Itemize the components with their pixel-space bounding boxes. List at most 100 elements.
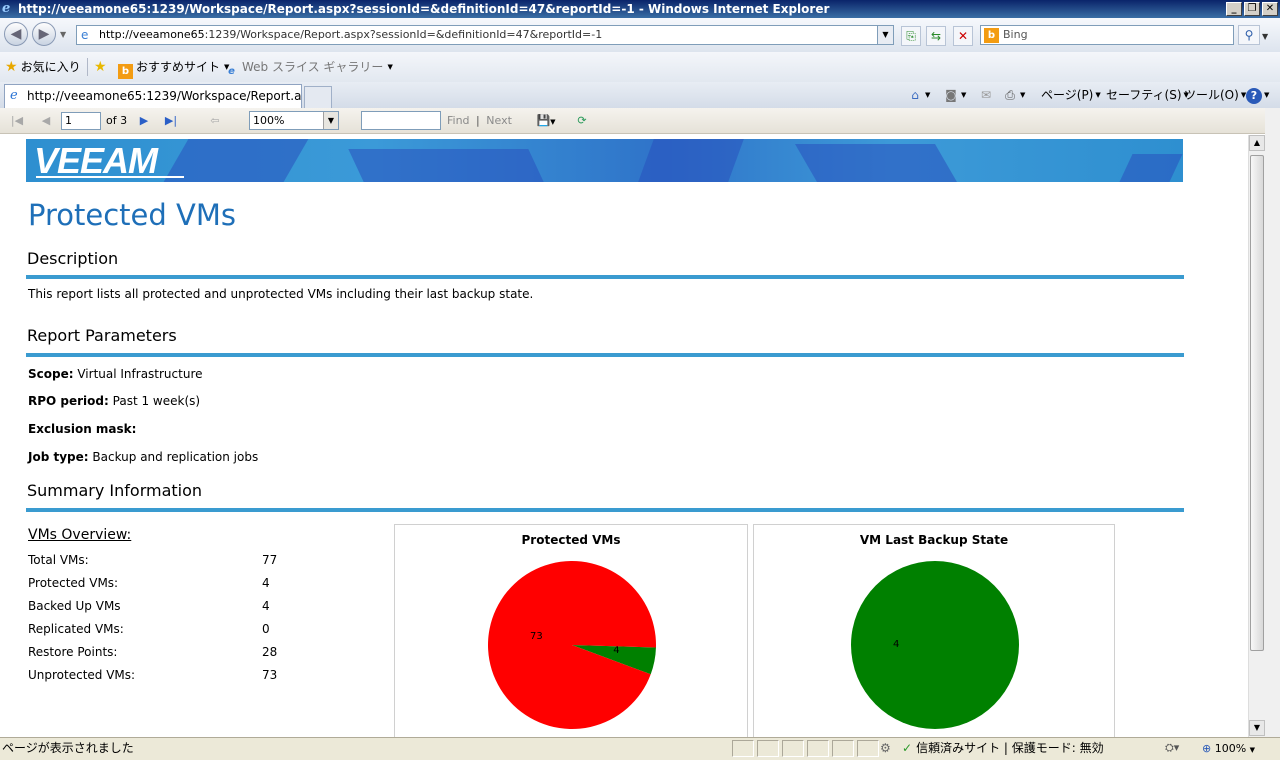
param-label: RPO period: [28, 394, 109, 408]
param-job-type: Job type: Backup and replication jobs [28, 450, 258, 464]
suggested-sites-icon: b [118, 64, 133, 79]
refresh-icon[interactable]: ⇆ [926, 26, 946, 46]
overview-row: Backed Up VMs 4 [28, 599, 288, 619]
compatibility-view-icon[interactable]: ⎘ [901, 26, 921, 46]
divider [87, 58, 88, 76]
window-title: http://veeamone65:1239/Workspace/Report.… [18, 2, 830, 16]
web-slice-label: Web スライス ギャラリー [242, 60, 384, 74]
window-titlebar: e http://veeamone65:1239/Workspace/Repor… [0, 0, 1280, 18]
chevron-down-icon: ▼ [1249, 746, 1256, 754]
first-page-icon[interactable]: |◀ [9, 113, 25, 129]
find-input[interactable] [361, 111, 441, 130]
page-number-input[interactable]: 1 [61, 112, 101, 130]
find-separator: | [476, 114, 480, 127]
overview-label: Restore Points: [28, 645, 118, 659]
protected-mode-icon[interactable]: ⛭▾ [1165, 741, 1179, 755]
add-favorite-icon: ★ [94, 59, 107, 75]
param-value: Virtual Infrastructure [77, 367, 203, 381]
print-button[interactable]: ⎙ ▼ [1002, 86, 1025, 104]
web-slice-icon: e [228, 66, 235, 77]
previous-page-icon[interactable]: ◀ [38, 113, 54, 129]
report-banner: VEEAM [26, 139, 1183, 182]
logo-underline [36, 176, 184, 178]
vertical-scrollbar[interactable]: ▲ ▼ [1248, 135, 1265, 737]
zone-label: 信頼済みサイト | 保護モード: 無効 [916, 741, 1104, 755]
address-field[interactable]: e http://veeamone65:1239/Workspace/Repor… [76, 25, 894, 45]
address-toolbar: ◀ ▶ ▼ e http://veeamone65:1239/Workspace… [0, 18, 1280, 52]
minimize-button[interactable]: _ [1226, 2, 1242, 16]
description-text: This report lists all protected and unpr… [28, 287, 534, 301]
favorites-button[interactable]: ★ お気に入り [5, 58, 81, 76]
back-button[interactable]: ◀ [4, 22, 28, 46]
search-icon[interactable]: ⚲ [1238, 25, 1260, 45]
chevron-down-icon: ▼ [323, 112, 338, 129]
last-page-icon[interactable]: ▶| [163, 113, 179, 129]
status-panel [732, 740, 754, 757]
add-favorite-button[interactable]: ★ [94, 58, 110, 76]
check-icon: ✓ [902, 741, 913, 755]
tools-menu[interactable]: ツール(O) ▼ [1184, 86, 1246, 104]
suggested-sites-button[interactable]: b おすすめサイト ▼ [118, 58, 229, 79]
next-page-icon[interactable]: ▶ [136, 113, 152, 129]
pie-slice-success [851, 561, 1019, 729]
history-dropdown-icon[interactable]: ▼ [60, 30, 66, 39]
parameters-heading: Report Parameters [27, 326, 177, 345]
favorites-label: お気に入り [20, 60, 81, 74]
report-viewer-toolbar: |◀ ◀ 1 of 3 ▶ ▶| ⇦ 100% ▼ Find | Next 💾▼… [0, 108, 1280, 134]
help-icon: ? [1246, 88, 1262, 104]
home-icon: ⌂ [911, 88, 919, 102]
overview-row: Restore Points: 28 [28, 645, 288, 665]
forward-button[interactable]: ▶ [32, 22, 56, 46]
param-rpo: RPO period: Past 1 week(s) [28, 394, 200, 408]
overview-value: 0 [262, 622, 270, 636]
pie-chart-svg: 4 73 [488, 561, 656, 730]
search-placeholder: Bing [1003, 28, 1028, 41]
close-window-button[interactable]: ✕ [1262, 2, 1278, 16]
next-link[interactable]: Next [486, 114, 512, 127]
safety-menu[interactable]: セーフティ(S) ▼ [1106, 86, 1189, 104]
overview-value: 4 [262, 576, 270, 590]
zoom-icon: ⊕ [1202, 742, 1212, 755]
divider [26, 353, 1184, 357]
search-dropdown-icon[interactable]: ▼ [1262, 32, 1268, 41]
scroll-up-icon[interactable]: ▲ [1249, 135, 1265, 151]
vm-last-backup-state-chart: VM Last Backup State 4 [753, 524, 1115, 737]
security-zone[interactable]: ✓ 信頼済みサイト | 保護モード: 無効 [902, 740, 1104, 757]
overview-label: Replicated VMs: [28, 622, 124, 636]
zoom-value: 100% [253, 114, 285, 127]
overview-row: Unprotected VMs: 73 [28, 668, 288, 688]
back-to-parent-icon[interactable]: ⇦ [207, 113, 223, 129]
mail-button[interactable]: ✉ [978, 86, 994, 104]
home-button[interactable]: ⌂ ▼ [907, 86, 930, 104]
find-link[interactable]: Find [447, 114, 470, 127]
pie-data-label: 4 [893, 639, 899, 650]
url-path: :1239/Workspace/Report.aspx?sessionId=&d… [204, 28, 603, 41]
search-input[interactable]: b Bing [980, 25, 1234, 45]
stop-icon[interactable]: ✕ [953, 26, 973, 46]
safety-menu-label: セーフティ(S) [1106, 88, 1182, 102]
feeds-button[interactable]: ◙ ▼ [943, 86, 966, 104]
overview-label: Protected VMs: [28, 576, 119, 590]
tab-report[interactable]: e http://veeamone65:1239/Workspace/Repor… [4, 84, 302, 108]
address-dropdown-icon[interactable]: ▼ [877, 26, 893, 44]
new-tab-button[interactable] [304, 86, 332, 108]
scroll-thumb[interactable] [1250, 155, 1264, 651]
restore-button[interactable]: ❐ [1244, 2, 1260, 16]
page-menu[interactable]: ページ(P) ▼ [1041, 86, 1101, 104]
web-slice-gallery-button[interactable]: e Web スライス ギャラリー ▼ [224, 58, 393, 77]
zoom-control[interactable]: ⊕ 100% ▼ [1202, 740, 1255, 759]
overview-heading: VMs Overview: [28, 527, 132, 543]
refresh-report-icon[interactable]: ⟳ [574, 113, 590, 129]
help-button[interactable]: ? ▼ [1246, 86, 1269, 104]
popup-blocker-icon[interactable]: ⚙ [880, 741, 891, 755]
veeam-logo: VEEAM [34, 140, 158, 181]
pie-chart-svg: 4 [851, 561, 1019, 729]
param-value: Backup and replication jobs [92, 450, 259, 464]
export-icon[interactable]: 💾▼ [533, 113, 559, 129]
page-title: Protected VMs [28, 198, 236, 232]
page-icon: e [81, 28, 89, 42]
protected-vms-chart: Protected VMs 4 73 [394, 524, 748, 737]
scroll-down-icon[interactable]: ▼ [1249, 720, 1265, 736]
zoom-select[interactable]: 100% ▼ [249, 111, 339, 130]
chevron-down-icon: ▼ [387, 63, 393, 71]
